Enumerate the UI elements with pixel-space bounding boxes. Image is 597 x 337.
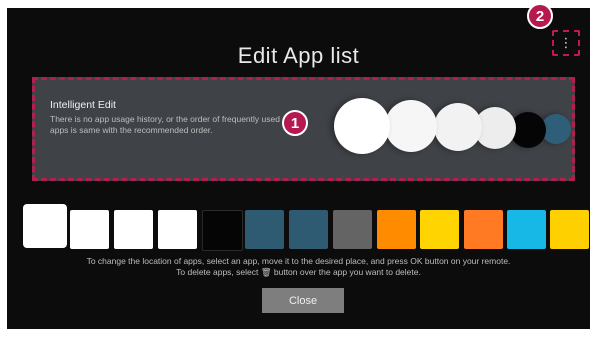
- instructions-line-2: To delete apps, select 🗑 button over the…: [176, 267, 421, 277]
- recommended-apps-preview: [334, 96, 574, 164]
- intelligent-edit-description: There is no app usage history, or the or…: [50, 114, 310, 136]
- app-tile[interactable]: [289, 210, 328, 249]
- recommended-app-circle: [385, 100, 437, 152]
- app-list-strip: [7, 202, 590, 254]
- description-line-2: apps is same with the recommended order.: [50, 125, 213, 135]
- instructions-line-1: To change the location of apps, select a…: [86, 256, 511, 266]
- app-tile[interactable]: [333, 210, 372, 249]
- close-button[interactable]: Close: [262, 288, 344, 313]
- more-options-button[interactable]: ⋮: [552, 30, 580, 56]
- app-tile[interactable]: [70, 210, 109, 249]
- callout-1-marker: 1: [282, 110, 308, 136]
- recommended-app-circle: [334, 98, 390, 154]
- app-tile[interactable]: [158, 210, 197, 249]
- description-line-1: There is no app usage history, or the or…: [50, 114, 280, 124]
- app-tile[interactable]: [245, 210, 284, 249]
- more-vertical-icon: ⋮: [559, 35, 573, 50]
- app-tile[interactable]: [507, 210, 546, 249]
- instructions-text: To change the location of apps, select a…: [7, 256, 590, 278]
- app-tile[interactable]: [377, 210, 416, 249]
- app-tile[interactable]: [114, 210, 153, 249]
- tv-screen: Edit App list ⋮ Intelligent Edit There i…: [7, 8, 590, 329]
- app-tile-selected[interactable]: [23, 204, 67, 248]
- app-tile[interactable]: [420, 210, 459, 249]
- callout-2-marker: 2: [527, 3, 553, 29]
- app-tile[interactable]: [464, 210, 503, 249]
- app-tile[interactable]: [202, 210, 243, 251]
- app-tile[interactable]: [550, 210, 589, 249]
- recommended-app-circle: [434, 103, 482, 151]
- intelligent-edit-title: Intelligent Edit: [50, 99, 116, 111]
- page-title: Edit App list: [237, 43, 360, 68]
